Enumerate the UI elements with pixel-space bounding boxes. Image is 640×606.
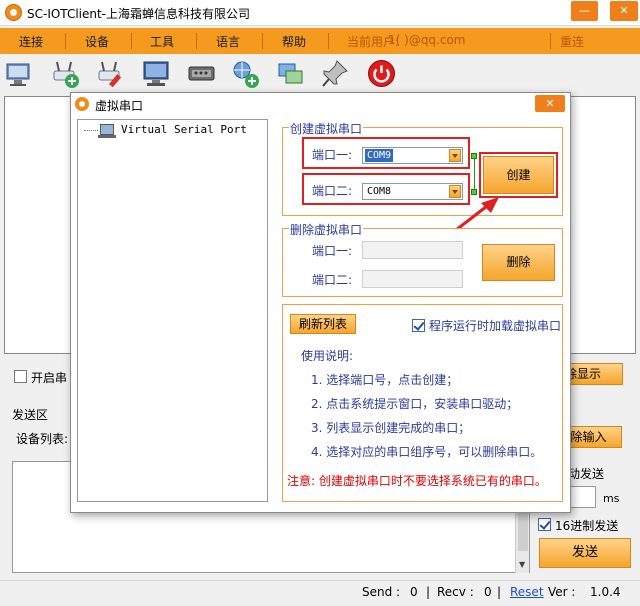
- menu-divider: [262, 33, 263, 49]
- window-switch-icon[interactable]: [275, 58, 306, 89]
- tree-connector: [84, 130, 98, 131]
- device-list-label: 设备列表:: [16, 432, 69, 446]
- menu-divider: [196, 33, 197, 49]
- app-title: SC-IOTClient-上海霜蝉信息科技有限公司: [27, 7, 251, 21]
- create-port1-label: 端口一:: [312, 148, 353, 162]
- refresh-list-button[interactable]: 刷新列表: [290, 314, 356, 334]
- status-divider: |: [426, 585, 431, 599]
- pin-icon[interactable]: [320, 58, 351, 89]
- monitor-icon[interactable]: [141, 58, 172, 89]
- toolbar: [0, 55, 640, 93]
- open-port-checkbox[interactable]: [14, 370, 27, 383]
- add-device-icon[interactable]: [50, 58, 81, 89]
- serial-port-icon[interactable]: [186, 58, 217, 89]
- dialog-close-button[interactable]: ✕: [535, 95, 565, 112]
- usage-step: 2. 点击系统提示窗口，安装串口驱动；: [311, 397, 519, 411]
- load-on-start-label: 程序运行时加载虚拟串口: [429, 319, 562, 333]
- delete-port1-field[interactable]: [362, 241, 463, 259]
- warning-text: 注意: 创建虚拟串口时不要选择系统已有的串口。: [287, 474, 547, 488]
- delete-port2-field[interactable]: [362, 270, 463, 288]
- menu-language[interactable]: 语言: [216, 33, 240, 50]
- app-logo-icon: [5, 4, 22, 21]
- menu-divider: [131, 33, 132, 49]
- create-port-legend: 创建虚拟串口: [289, 120, 364, 137]
- usage-step: 4. 选择对应的串口组序号，可以删除串口。: [311, 445, 543, 459]
- menu-device[interactable]: 设备: [85, 33, 109, 50]
- create-port2-value: COM8: [367, 186, 392, 197]
- create-port-group: 创建虚拟串口 端口一: COM9 端口二: COM8 创建: [282, 120, 563, 216]
- current-user-value: 1( )@qq.com: [388, 33, 466, 47]
- network-add-icon[interactable]: [230, 58, 261, 89]
- options-group: 刷新列表 程序运行时加载虚拟串口 使用说明: 1. 选择端口号，点击创建； 2.…: [282, 304, 563, 502]
- delete-port-legend: 删除虚拟串口: [289, 221, 364, 238]
- menu-tools[interactable]: 工具: [150, 33, 174, 50]
- send-count-value: 0: [410, 585, 418, 599]
- virtual-serial-dialog: 虚拟串口 ✕ Virtual Serial Port 创建虚拟串口 端口一: C…: [70, 92, 571, 513]
- create-port2-label: 端口二:: [312, 184, 353, 198]
- menu-connect[interactable]: 连接: [19, 33, 43, 50]
- minimize-button[interactable]: —: [571, 1, 598, 21]
- menu-bar: 连接 设备 工具 语言 帮助 当前用户: 1( )@qq.com 重连: [0, 28, 640, 54]
- dialog-logo-icon: [75, 97, 89, 111]
- computer-icon: [98, 124, 116, 138]
- create-port1-value: COM9: [365, 149, 394, 162]
- status-divider: |: [497, 585, 502, 599]
- close-button[interactable]: ✕: [610, 1, 638, 21]
- ms-label: ms: [603, 492, 620, 505]
- open-port-label: 开启串: [31, 371, 68, 385]
- create-button[interactable]: 创建: [483, 156, 554, 194]
- usage-step: 3. 列表显示创建完成的串口；: [311, 421, 471, 435]
- delete-button[interactable]: 删除: [482, 244, 555, 281]
- menu-divider: [328, 33, 329, 49]
- menu-divider: [550, 33, 551, 49]
- recv-count-value: 0: [484, 585, 492, 599]
- status-bar: Send : 0 | Recv : 0 | Reset Ver : 1.0.4: [0, 580, 640, 606]
- tree-item-virtual-serial-port[interactable]: Virtual Serial Port: [121, 123, 247, 136]
- menu-help[interactable]: 帮助: [282, 33, 306, 50]
- relogin-link[interactable]: 重连: [560, 33, 584, 50]
- hex-send-label: 16进制发送: [555, 519, 619, 533]
- load-on-start-checkbox[interactable]: [412, 319, 425, 332]
- minimize-icon: —: [579, 4, 590, 17]
- create-port1-select[interactable]: COM9: [362, 147, 463, 164]
- edit-device-icon[interactable]: [95, 58, 126, 89]
- version-label: Ver :: [548, 585, 576, 599]
- close-icon: ✕: [619, 4, 629, 17]
- send-area-title: 发送区: [12, 408, 49, 422]
- reset-link[interactable]: Reset: [510, 585, 544, 599]
- dialog-title: 虚拟串口: [95, 99, 144, 113]
- port-tree[interactable]: Virtual Serial Port: [77, 119, 268, 502]
- usage-title: 使用说明:: [301, 349, 354, 363]
- power-icon[interactable]: [366, 58, 397, 89]
- title-bar: SC-IOTClient-上海霜蝉信息科技有限公司 — ✕: [0, 0, 640, 26]
- usage-step: 1. 选择端口号，点击创建；: [311, 373, 459, 387]
- menu-divider: [65, 33, 66, 49]
- scroll-down-icon[interactable]: ▼: [519, 560, 525, 569]
- delete-port1-label: 端口一:: [312, 244, 353, 258]
- send-count-label: Send :: [362, 585, 401, 599]
- connect-icon[interactable]: [4, 58, 35, 89]
- recv-count-label: Recv :: [437, 585, 474, 599]
- chevron-down-icon[interactable]: [449, 149, 461, 162]
- scrollbar-thumb[interactable]: [518, 511, 528, 551]
- delete-port-group: 删除虚拟串口 端口一: 端口二: 删除: [282, 221, 563, 297]
- hex-send-checkbox[interactable]: [538, 518, 551, 531]
- version-value: 1.0.4: [590, 585, 621, 599]
- send-button[interactable]: 发送: [539, 538, 631, 568]
- dialog-title-bar: 虚拟串口 ✕: [71, 93, 570, 115]
- auto-send-label: 动发送: [568, 467, 605, 481]
- delete-port2-label: 端口二:: [312, 273, 353, 287]
- link-line: [474, 158, 475, 190]
